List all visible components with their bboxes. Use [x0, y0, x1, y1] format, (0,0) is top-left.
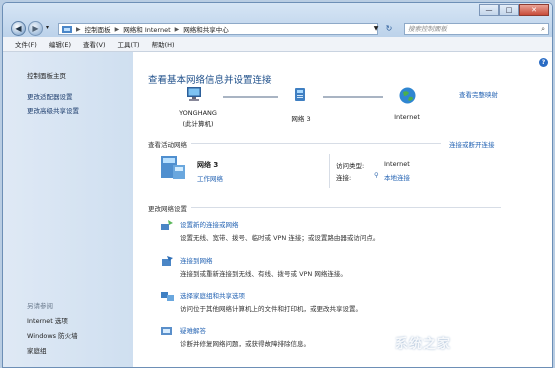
connections-label: 连接: [336, 174, 352, 182]
menu-bar: 文件(F) 编辑(E) 查看(V) 工具(T) 帮助(H) [3, 37, 552, 52]
active-networks-title: 查看活动网络 [148, 141, 187, 149]
network-adapter-icon: ⚲ [374, 171, 379, 179]
connection-line [223, 96, 278, 98]
section-divider [191, 207, 501, 208]
address-dropdown-icon[interactable]: ▼ [371, 23, 381, 35]
menu-help[interactable]: 帮助(H) [152, 39, 175, 49]
search-icon[interactable]: ⌕ [541, 24, 545, 34]
sidebar: 控制面板主页 更改适配器设置 更改高级共享设置 另请参阅 Internet 选项… [3, 52, 133, 367]
sidebar-item-homegroup[interactable]: 家庭组 [27, 345, 47, 355]
internet-globe-icon [399, 87, 416, 104]
connect-disconnect-link[interactable]: 连接或断开连接 [449, 139, 495, 149]
explorer-window: — □ ✕ ◀ ▶ ▾ ▶ 控制面板 ▶ 网络和 Internet ▶ 网络和共… [2, 2, 553, 368]
menu-view[interactable]: 查看(V) [83, 39, 106, 49]
work-network-icon [161, 156, 185, 179]
search-placeholder: 搜索控制面板 [408, 25, 447, 33]
search-input[interactable]: 搜索控制面板 ⌕ [404, 23, 549, 35]
page-title: 查看基本网络信息并设置连接 [148, 75, 272, 86]
connection-line [323, 96, 383, 98]
connect-network-link[interactable]: 连接到网络 [180, 255, 213, 265]
sidebar-item-adapter-settings[interactable]: 更改适配器设置 [27, 91, 73, 101]
window-controls: — □ ✕ [479, 4, 549, 16]
breadcrumb-control-panel[interactable]: 控制面板 [85, 24, 111, 34]
setup-connection-link[interactable]: 设置新的连接或网络 [180, 219, 239, 229]
refresh-icon[interactable]: ↻ [383, 23, 395, 35]
computer-subtitle: (此计算机) [182, 120, 214, 128]
title-bar: — □ ✕ ◀ ▶ ▾ ▶ 控制面板 ▶ 网络和 Internet ▶ 网络和共… [3, 3, 552, 37]
menu-file[interactable]: 文件(F) [15, 39, 37, 49]
homegroup-sharing-icon [161, 292, 174, 301]
main-content: ? 查看基本网络信息并设置连接 查看完整映射 YONGHANG (此计算机) 网… [133, 52, 552, 367]
breadcrumb-network-sharing[interactable]: 网络和共享中心 [183, 24, 229, 34]
connect-network-icon [162, 256, 173, 266]
chevron-right-icon: ▶ [76, 25, 81, 33]
network-node-label: 网络 3 [291, 115, 311, 123]
maximize-button[interactable]: □ [499, 4, 519, 16]
chevron-right-icon: ▶ [174, 25, 180, 33]
troubleshoot-desc: 诊断并修复网络问题，或获得故障排除信息。 [180, 340, 310, 348]
control-panel-icon [62, 25, 72, 33]
homegroup-sharing-link[interactable]: 选择家庭组和共享选项 [180, 290, 245, 300]
address-bar[interactable]: ▶ 控制面板 ▶ 网络和 Internet ▶ 网络和共享中心 [58, 23, 378, 35]
menu-tools[interactable]: 工具(T) [118, 39, 140, 49]
recent-pages-dropdown[interactable]: ▾ [46, 24, 49, 31]
sidebar-item-advanced-sharing[interactable]: 更改高级共享设置 [27, 105, 79, 115]
sidebar-item-control-panel-home[interactable]: 控制面板主页 [27, 70, 66, 80]
new-connection-icon [161, 220, 173, 230]
internet-node-label: Internet [394, 113, 420, 121]
full-map-link[interactable]: 查看完整映射 [459, 89, 498, 99]
close-button[interactable]: ✕ [519, 4, 549, 16]
setup-connection-desc: 设置无线、宽带、拨号、临时或 VPN 连接；或设置路由器或访问点。 [180, 234, 380, 242]
vertical-divider [329, 154, 330, 188]
access-type-value: Internet [384, 160, 410, 168]
watermark-logo: 系统之家 [395, 337, 452, 352]
breadcrumb-network-internet[interactable]: 网络和 Internet [123, 24, 170, 34]
local-connection-link[interactable]: 本地连接 [384, 172, 410, 182]
computer-name: YONGHANG [179, 109, 217, 117]
network-icon [295, 88, 305, 101]
chevron-right-icon: ▶ [114, 25, 120, 33]
see-also-heading: 另请参阅 [27, 302, 53, 310]
help-icon[interactable]: ? [539, 58, 548, 67]
sidebar-item-windows-firewall[interactable]: Windows 防火墙 [27, 330, 78, 340]
sidebar-item-internet-options[interactable]: Internet 选项 [27, 315, 68, 325]
change-settings-title: 更改网络设置 [148, 205, 187, 213]
minimize-button[interactable]: — [479, 4, 499, 16]
connect-network-desc: 连接到或重新连接到无线、有线、拨号或 VPN 网络连接。 [180, 270, 347, 278]
computer-icon [187, 87, 201, 101]
back-button[interactable]: ◀ [11, 21, 26, 36]
homegroup-sharing-desc: 访问位于其他网络计算机上的文件和打印机，或更改共享设置。 [180, 305, 362, 313]
active-network-name: 网络 3 [197, 161, 219, 169]
access-type-label: 访问类型: [336, 162, 365, 170]
network-type-link[interactable]: 工作网络 [197, 173, 223, 183]
troubleshoot-link[interactable]: 疑难解答 [180, 325, 206, 335]
section-divider [191, 143, 441, 144]
menu-edit[interactable]: 编辑(E) [49, 39, 71, 49]
forward-button[interactable]: ▶ [28, 21, 43, 36]
troubleshoot-icon [161, 327, 172, 335]
